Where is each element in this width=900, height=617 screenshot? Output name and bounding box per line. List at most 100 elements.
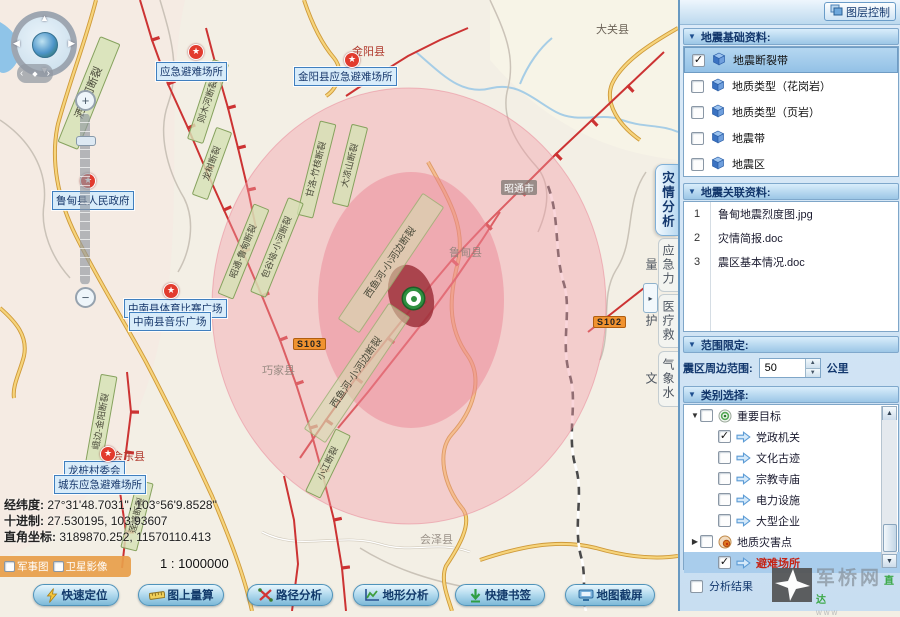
base-layer-option[interactable]: 军事图	[4, 559, 49, 574]
related-file-item[interactable]: 2灾情简报.doc	[684, 226, 898, 250]
tree-checkbox[interactable]	[700, 409, 713, 422]
section-header-category[interactable]: ▼ 类别选择:	[683, 386, 899, 403]
tree-checkbox[interactable]: ✓	[718, 556, 731, 569]
related-files-list: 1鲁甸地震烈度图.jpg2灾情简报.doc3震区基本情况.doc	[683, 201, 899, 332]
tree-expander-icon[interactable]: ▼	[690, 411, 700, 420]
tree-item[interactable]: ▶地质灾害点	[684, 531, 889, 552]
layer-checkbox[interactable]	[691, 158, 704, 171]
shelter-marker-icon[interactable]: ★	[344, 52, 360, 68]
tree-scrollbar[interactable]: ▲ ▼	[881, 406, 897, 568]
related-file-item[interactable]: 3震区基本情况.doc	[684, 250, 898, 274]
scroll-thumb[interactable]	[883, 524, 897, 552]
layer-label: 地震带	[732, 130, 765, 146]
side-tab-2[interactable]: 应急力量	[658, 238, 678, 292]
tree-item[interactable]: ✓党政机关	[684, 426, 900, 447]
base-layer-option[interactable]: 卫星影像	[53, 559, 108, 574]
layer-checkbox[interactable]	[691, 132, 704, 145]
scroll-up-icon[interactable]: ▲	[882, 406, 897, 420]
region-name-label: 鲁甸县	[449, 244, 482, 260]
tree-item[interactable]: 电力设施	[684, 489, 900, 510]
shelter-label[interactable]: 应急避难场所	[156, 62, 227, 81]
layer-list-item[interactable]: 地质类型（花岗岩）	[684, 73, 898, 99]
layer-list-item[interactable]: 地震区	[684, 151, 898, 177]
base-layer-label: 军事图	[17, 559, 49, 574]
side-tab-4[interactable]: 气象水文	[658, 351, 678, 407]
toolbar-button-terrain[interactable]: 地形分析	[353, 584, 439, 606]
layer-checkbox[interactable]	[691, 80, 704, 93]
earthquake-gis-app: { "panel": { "layer_control": "图层控制", "b…	[0, 0, 900, 611]
target-icon	[718, 409, 732, 423]
side-tab-3[interactable]: 医疗救护	[658, 294, 678, 348]
step-left-icon[interactable]: ‹	[20, 68, 23, 79]
file-name: 震区基本情况.doc	[710, 254, 805, 270]
base-layer-checkbox[interactable]	[4, 561, 15, 572]
toolbar-button-ruler[interactable]: 图上量算	[138, 584, 224, 606]
layer-list-item[interactable]: 地质类型（页岩）	[684, 99, 898, 125]
toolbar-button-lightning[interactable]: 快速定位	[33, 584, 119, 606]
layer-checkbox[interactable]: ✓	[692, 54, 705, 67]
related-file-item[interactable]: 1鲁甸地震烈度图.jpg	[684, 202, 898, 226]
hazard-icon	[718, 535, 732, 549]
tree-item[interactable]: ▼ 重要目标	[684, 405, 889, 426]
panel-collapse-button[interactable]: ▸	[643, 283, 658, 313]
pan-up-icon[interactable]: ▲	[40, 13, 49, 23]
tree-expander-icon[interactable]: ▶	[690, 537, 700, 546]
spin-down-button[interactable]: ▼	[806, 369, 820, 378]
shelter-marker-icon[interactable]: ★	[100, 446, 116, 462]
layer-list-item[interactable]: 地震带	[684, 125, 898, 151]
layer-checkbox[interactable]	[691, 106, 704, 119]
tree-label: 大型企业	[756, 513, 800, 529]
tree-item[interactable]: 宗教寺庙	[684, 468, 900, 489]
tree-item[interactable]: 大型企业	[684, 510, 900, 531]
shelter-label[interactable]: 中南县音乐广场	[129, 312, 211, 331]
tree-checkbox[interactable]	[718, 451, 731, 464]
map-scale: 1 : 1000000	[160, 556, 229, 571]
latlon-label: 经纬度:	[4, 498, 44, 512]
layer-control-button[interactable]: 图层控制	[824, 2, 896, 21]
file-name: 鲁甸地震烈度图.jpg	[710, 206, 813, 222]
region-name-label: 大关县	[596, 21, 629, 37]
layer-list-item[interactable]: ✓ 地震断裂带	[684, 47, 898, 73]
section-header-range[interactable]: ▼ 范围限定:	[683, 336, 899, 353]
pan-left-icon[interactable]: ◀	[13, 38, 20, 49]
toolbar-button-route[interactable]: 路径分析	[247, 584, 333, 606]
range-label: 震区周边范围:	[683, 360, 753, 376]
zoom-slider-thumb[interactable]	[76, 136, 96, 146]
tree-item[interactable]: 文化古迹	[684, 447, 900, 468]
base-layer-checkbox[interactable]	[53, 561, 64, 572]
terrain-icon	[364, 588, 380, 602]
map-canvas[interactable]: 洒渔河断裂则木河断裂龙树断裂甘洛-竹核断裂大凉山断裂昭通-鲁甸断裂包谷垴-小河断…	[0, 0, 678, 611]
toolbar-button-bookmark[interactable]: 快捷书签	[455, 584, 545, 606]
shelter-label[interactable]: 金阳县应急避难场所	[294, 67, 397, 86]
layer-label: 地震断裂带	[733, 52, 788, 68]
zoom-out-button[interactable]: −	[75, 287, 96, 308]
tree-checkbox[interactable]	[718, 514, 731, 527]
epicenter-marker[interactable]	[403, 288, 424, 309]
tree-checkbox[interactable]	[718, 472, 731, 485]
shelter-label[interactable]: 城东应急避难场所	[54, 475, 146, 494]
shelter-label[interactable]: 鲁甸县人民政府	[52, 191, 134, 210]
road-number-badge: S102	[593, 316, 626, 328]
range-input[interactable]	[760, 359, 805, 377]
tree-checkbox[interactable]	[718, 493, 731, 506]
pan-step-control[interactable]: ‹ ◆ ›	[17, 64, 53, 83]
analysis-result-checkbox[interactable]	[690, 580, 703, 593]
section-header-related-data[interactable]: ▼ 地震关联资料:	[683, 183, 899, 200]
cartesian-label: 直角坐标:	[4, 530, 56, 544]
arrow-icon	[736, 473, 751, 485]
shelter-marker-icon[interactable]: ★	[188, 44, 204, 60]
step-right-icon[interactable]: ›	[47, 68, 50, 79]
side-tab-1[interactable]: 灾情分析	[655, 164, 678, 236]
toolbar-button-screenshot[interactable]: 地图截屏	[565, 584, 655, 606]
shelter-marker-icon[interactable]: ★	[163, 283, 179, 299]
tree-label: 重要目标	[737, 408, 781, 424]
spin-up-button[interactable]: ▲	[806, 359, 820, 369]
tree-checkbox[interactable]: ✓	[718, 430, 731, 443]
scroll-down-icon[interactable]: ▼	[882, 554, 897, 568]
pan-right-icon[interactable]: ▶	[68, 38, 75, 49]
base-layer-label: 卫星影像	[66, 559, 108, 574]
center-icon[interactable]: ◆	[32, 70, 37, 78]
zoom-in-button[interactable]: +	[75, 90, 96, 111]
section-header-base-data[interactable]: ▼ 地震基础资料:	[683, 28, 899, 45]
tree-checkbox[interactable]	[700, 535, 713, 548]
